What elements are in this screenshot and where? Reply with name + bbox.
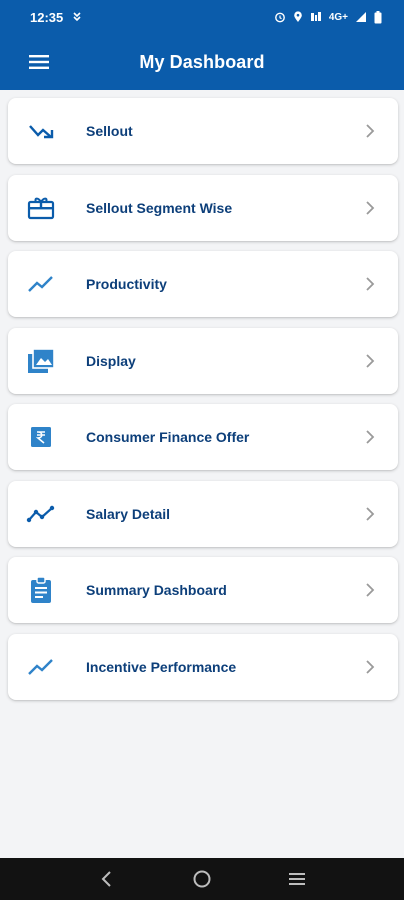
app-bar: My Dashboard: [0, 34, 404, 90]
status-bar: 12:35 4G+: [0, 0, 404, 34]
gift-box-icon: [26, 195, 56, 221]
trending-arrow-icon: [26, 118, 56, 144]
chevron-right-icon: [364, 352, 376, 370]
status-left: 12:35: [30, 10, 83, 25]
menu-item-incentive-performance[interactable]: Incentive Performance: [8, 633, 398, 700]
network-type: 4G+: [328, 11, 348, 23]
menu-item-label: Sellout Segment Wise: [86, 199, 233, 216]
line-chart-icon: [26, 501, 56, 527]
chevron-right-icon: [364, 581, 376, 599]
signal-icon: [355, 11, 367, 23]
chevron-right-icon: [364, 658, 376, 676]
menu-item-productivity[interactable]: Productivity: [8, 251, 398, 317]
menu-item-summary-dashboard[interactable]: Summary Dashboard: [8, 557, 398, 623]
chevron-right-icon: [364, 122, 376, 140]
location-icon: [293, 11, 303, 23]
sim-data-icon: [310, 11, 322, 23]
back-icon[interactable]: [92, 864, 122, 894]
menu-item-label: Consumer Finance Offer: [86, 429, 250, 445]
menu-item-label: Display: [86, 352, 136, 369]
image-gallery-icon: [26, 347, 56, 374]
chevron-right-icon: [364, 505, 376, 523]
menu-item-consumer-finance-offer[interactable]: Consumer Finance Offer: [8, 404, 398, 470]
menu-item-display[interactable]: Display: [8, 327, 398, 394]
trending-up-icon: [26, 271, 56, 297]
clipboard-icon: [26, 576, 56, 603]
menu-item-label: Productivity: [86, 276, 167, 292]
battery-icon: [374, 10, 382, 24]
menu-item-label: Summary Dashboard: [86, 582, 227, 598]
menu-item-sellout-segment-wise[interactable]: Sellout Segment Wise: [8, 174, 398, 241]
menu-item-label: Incentive Performance: [86, 658, 237, 675]
menu-item-label: Sellout: [86, 123, 133, 139]
menu-item-label: Salary Detail: [86, 505, 171, 522]
chevron-right-icon: [364, 275, 376, 293]
status-time: 12:35: [30, 9, 64, 25]
dashboard-menu-list: Sellout Sellout Segment Wise Productivit…: [8, 98, 398, 710]
page-title: My Dashboard: [139, 51, 265, 72]
trending-up-icon: [26, 654, 56, 680]
chevron-right-icon: [364, 199, 376, 217]
menu-item-sellout[interactable]: Sellout: [8, 98, 398, 164]
alarm-icon: [274, 11, 286, 23]
status-right: 4G+: [274, 10, 382, 24]
menu-item-salary-detail[interactable]: Salary Detail: [8, 480, 398, 547]
rupee-icon: [26, 424, 56, 450]
chevron-right-icon: [364, 428, 376, 446]
download-notification-icon: [71, 11, 83, 23]
system-nav-bar: [0, 858, 404, 900]
home-icon[interactable]: [187, 864, 217, 894]
recents-menu-icon[interactable]: [282, 864, 312, 894]
hamburger-menu-icon[interactable]: [26, 51, 52, 73]
